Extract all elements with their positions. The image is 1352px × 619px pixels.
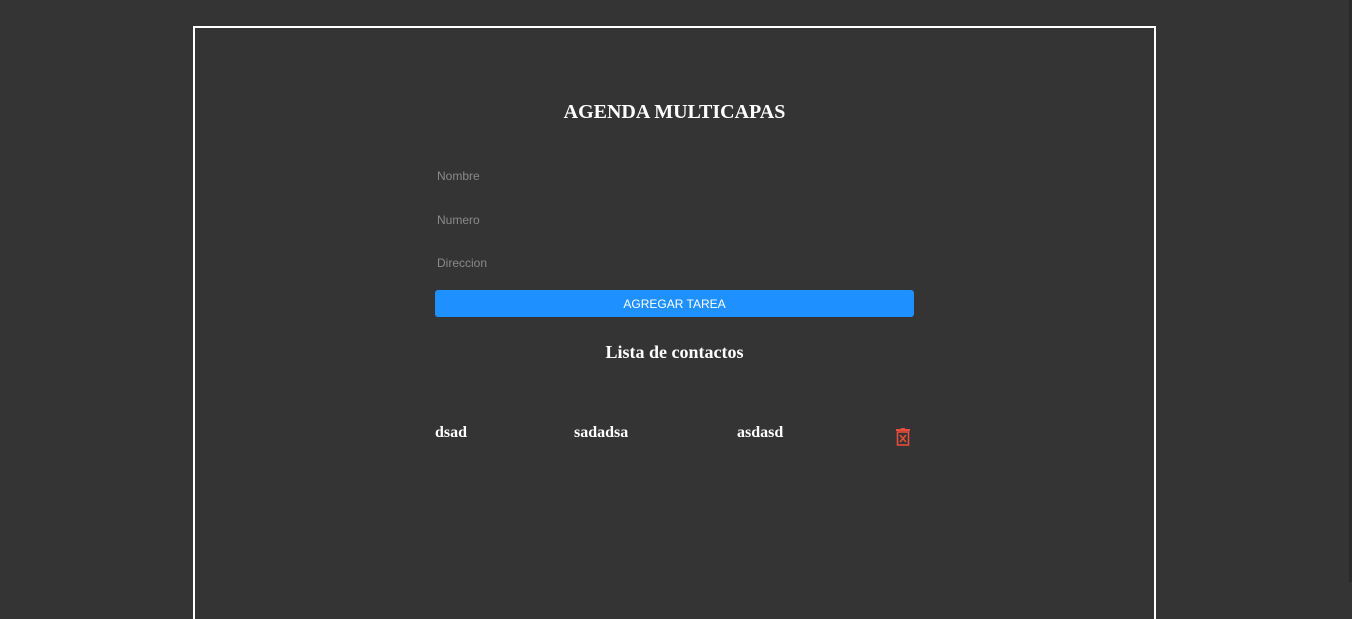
direccion-input[interactable]	[435, 250, 915, 276]
contacts-heading: Lista de contactos	[605, 342, 744, 362]
contact-name: dsad	[435, 424, 468, 441]
page-title: AGENDA MULTICAPAS	[563, 101, 786, 123]
app-container: AGENDA MULTICAPAS AGREGAR TAREA Lista de…	[193, 26, 1156, 619]
agregar-tarea-button[interactable]: AGREGAR TAREA	[435, 290, 914, 317]
contact-row: dsad sadadsa asdasd	[435, 424, 915, 452]
trash-icon[interactable]	[895, 428, 911, 446]
nombre-input[interactable]	[435, 163, 915, 189]
contact-address: asdasd	[737, 424, 784, 441]
numero-input[interactable]	[435, 207, 915, 233]
contact-number: sadadsa	[574, 424, 629, 441]
